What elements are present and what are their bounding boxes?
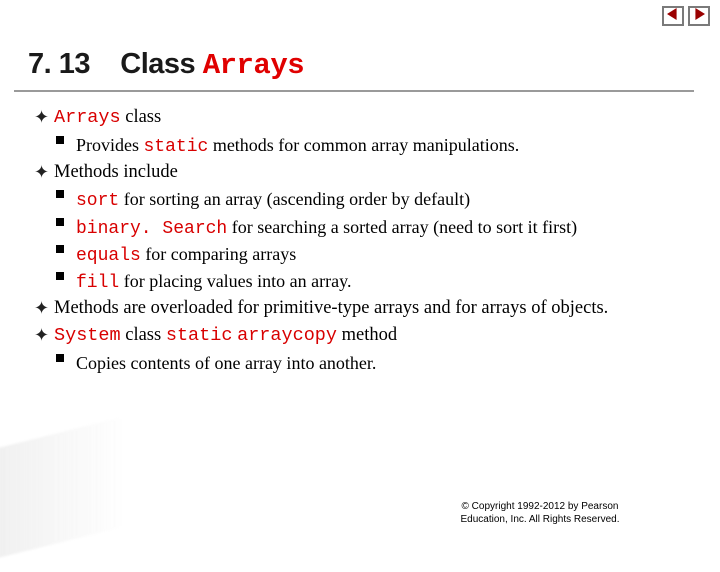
text: class [121,107,162,127]
bullet-marker-icon: ✦ [34,160,49,184]
subbullet-binarysearch: binary. Search for searching a sorted ar… [34,215,680,241]
code-arraycopy: arraycopy [237,325,337,346]
subbullet-sort: sort for sorting an array (ascending ord… [34,187,680,213]
square-bullet-icon [56,218,64,226]
bullet-arrays-class: ✦ Arrays class [34,105,680,131]
text: for sorting an array (ascending order by… [119,189,470,209]
bullet-marker-icon: ✦ [34,105,49,129]
code-fill: fill [76,273,119,293]
slide-content: ✦ Arrays class Provides static methods f… [34,105,680,377]
subbullet-fill: fill for placing values into an array. [34,269,680,295]
square-bullet-icon [56,354,64,362]
slide-title: 7. 13 Class Arrays [28,48,304,82]
text: Copies contents of one array into anothe… [76,353,376,373]
title-underline [14,90,694,92]
subbullet-equals: equals for comparing arrays [34,242,680,268]
nav-controls [662,6,710,26]
text: Methods include [54,162,178,182]
text: for comparing arrays [141,244,296,264]
bullet-system-arraycopy: ✦ System class static arraycopy method [34,323,680,349]
text: Provides [76,135,144,155]
nav-prev-button[interactable] [662,6,684,26]
square-bullet-icon [56,245,64,253]
text: for searching a sorted array (need to so… [227,217,577,237]
code-static2: static [166,325,233,346]
code-arrays: Arrays [54,107,121,128]
text: method [337,325,397,345]
code-equals: equals [76,246,141,266]
nav-next-icon [693,7,705,25]
bullet-marker-icon: ✦ [34,323,49,347]
nav-next-button[interactable] [688,6,710,26]
title-word-arrays: Arrays [203,49,304,82]
bullet-overloaded: ✦ Methods are overloaded for primitive-t… [34,296,680,321]
bullet-marker-icon: ✦ [34,296,49,320]
title-section-number: 7. 13 [28,48,90,80]
nav-prev-icon [667,7,679,25]
text: class [121,325,166,345]
code-static: static [144,137,209,157]
bullet-methods-include: ✦ Methods include [34,160,680,185]
copyright-footer: © Copyright 1992-2012 by Pearson Educati… [400,501,680,526]
subbullet-copies: Copies contents of one array into anothe… [34,351,680,375]
copyright-line2: Education, Inc. All Rights Reserved. [400,514,680,527]
square-bullet-icon [56,272,64,280]
subbullet-provides-static: Provides static methods for common array… [34,133,680,159]
copyright-line1: © Copyright 1992-2012 by Pearson [400,501,680,514]
text: methods for common array manipulations. [208,135,519,155]
code-system: System [54,325,121,346]
decorative-wedge [0,418,120,572]
square-bullet-icon [56,136,64,144]
code-sort: sort [76,191,119,211]
text: for placing values into an array. [119,271,351,291]
title-word-class: Class [120,48,195,80]
code-binarysearch: binary. Search [76,219,227,239]
square-bullet-icon [56,190,64,198]
text: Methods are overloaded for primitive-typ… [54,298,608,318]
